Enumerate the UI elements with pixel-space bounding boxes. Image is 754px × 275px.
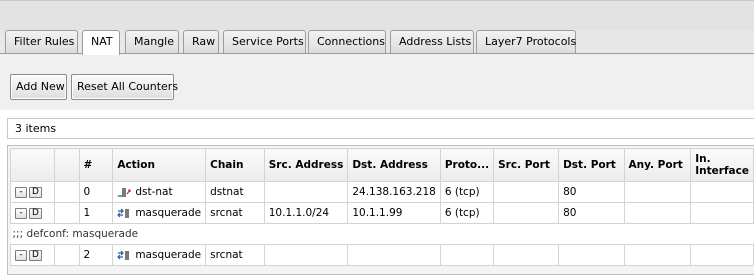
remove-button[interactable]: - [15,207,27,219]
col-dst-address-header[interactable]: Dst. Address [347,148,441,182]
tab-connections[interactable]: Connections [308,30,386,54]
rule-dst-address [347,244,441,266]
col-chain-header[interactable]: Chain [205,148,265,182]
table-row[interactable]: -D 0 dst-nat dstnat 24.138.163.218 6 (tc… [10,181,754,203]
rule-action: dst-nat [112,181,207,203]
nat-panel: Add New Reset All Counters 3 items # Act… [0,53,754,275]
col-src-address-header[interactable]: Src. Address [263,148,349,182]
col-action-header[interactable]: Action [112,148,207,182]
rule-chain: srcnat [205,244,265,266]
col-number-header[interactable]: # [78,148,114,182]
rule-src-address [263,181,349,203]
rule-dst-port [558,244,625,266]
disable-button[interactable]: D [29,207,42,219]
col-protocol-header[interactable]: Proto... [439,148,495,182]
tab-nat[interactable]: NAT [82,30,120,55]
rule-any-port [623,244,692,266]
remove-button[interactable]: - [15,186,27,198]
col-flags-header [53,148,80,182]
rule-in-interface [690,202,754,224]
tab-filter-rules[interactable]: Filter Rules [5,30,78,54]
row-buttons: -D [10,202,55,224]
tab-mangle[interactable]: Mangle [125,30,179,54]
rule-comment: ;;; defconf: masquerade [10,223,754,245]
table-header-row: # Action Chain Src. Address Dst. Address… [10,148,754,182]
dst-nat-icon [117,186,131,198]
table-row[interactable]: -D 2 masquerade srcnat [10,244,754,266]
rule-number: 1 [78,202,114,224]
rule-action: masquerade [112,244,207,266]
rule-dst-port: 80 [558,202,625,224]
comment-row: ;;; defconf: masquerade [10,223,754,245]
rule-dst-address: 10.1.1.99 [347,202,441,224]
rule-number: 2 [78,244,114,266]
rule-src-address: 10.1.1.0/24 [263,202,349,224]
rule-src-port [493,181,560,203]
rule-in-interface [690,244,754,266]
rule-in-interface [690,181,754,203]
tab-raw[interactable]: Raw [183,30,219,54]
rule-any-port [623,181,692,203]
table-row[interactable]: -D 1 masquerade srcnat 10.1.1.0/24 10.1.… [10,202,754,224]
nat-rules-table: # Action Chain Src. Address Dst. Address… [10,148,754,266]
tab-service-ports[interactable]: Service Ports [223,30,306,54]
tab-address-lists[interactable]: Address Lists [390,30,474,54]
remove-button[interactable]: - [15,249,27,261]
rule-number: 0 [78,181,114,203]
rule-protocol: 6 (tcp) [439,181,495,203]
rule-src-port [493,244,560,266]
col-dst-port-header[interactable]: Dst. Port [558,148,625,182]
rule-src-port [493,202,560,224]
rule-src-address [263,244,349,266]
disable-button[interactable]: D [29,249,42,261]
add-new-button[interactable]: Add New [10,74,67,100]
col-src-port-header[interactable]: Src. Port [493,148,560,182]
rule-dst-address: 24.138.163.218 [347,181,441,203]
nat-rules-table-frame: # Action Chain Src. Address Dst. Address… [7,145,754,275]
reset-all-counters-button[interactable]: Reset All Counters [71,74,178,100]
rule-protocol [439,244,495,266]
rule-chain: srcnat [205,202,265,224]
rule-any-port [623,202,692,224]
masquerade-icon [117,207,131,219]
tab-layer7-protocols[interactable]: Layer7 Protocols [476,30,576,54]
col-buttons-header [10,148,55,182]
row-buttons: -D [10,181,55,203]
rule-action: masquerade [112,202,207,224]
col-any-port-header[interactable]: Any. Port [623,148,692,182]
rule-dst-port: 80 [558,181,625,203]
rule-chain: dstnat [205,181,265,203]
top-bar [0,0,754,30]
masquerade-icon [117,249,131,261]
col-in-interface-header[interactable]: In. Interface [690,148,754,182]
row-flags [53,202,80,224]
tab-bar: Filter Rules NAT Mangle Raw Service Port… [5,30,754,55]
disable-button[interactable]: D [29,186,42,198]
item-count: 3 items [7,118,754,139]
toolbar: Add New Reset All Counters [0,54,754,110]
rule-protocol: 6 (tcp) [439,202,495,224]
row-flags [53,244,80,266]
row-flags [53,181,80,203]
row-buttons: -D [10,244,55,266]
